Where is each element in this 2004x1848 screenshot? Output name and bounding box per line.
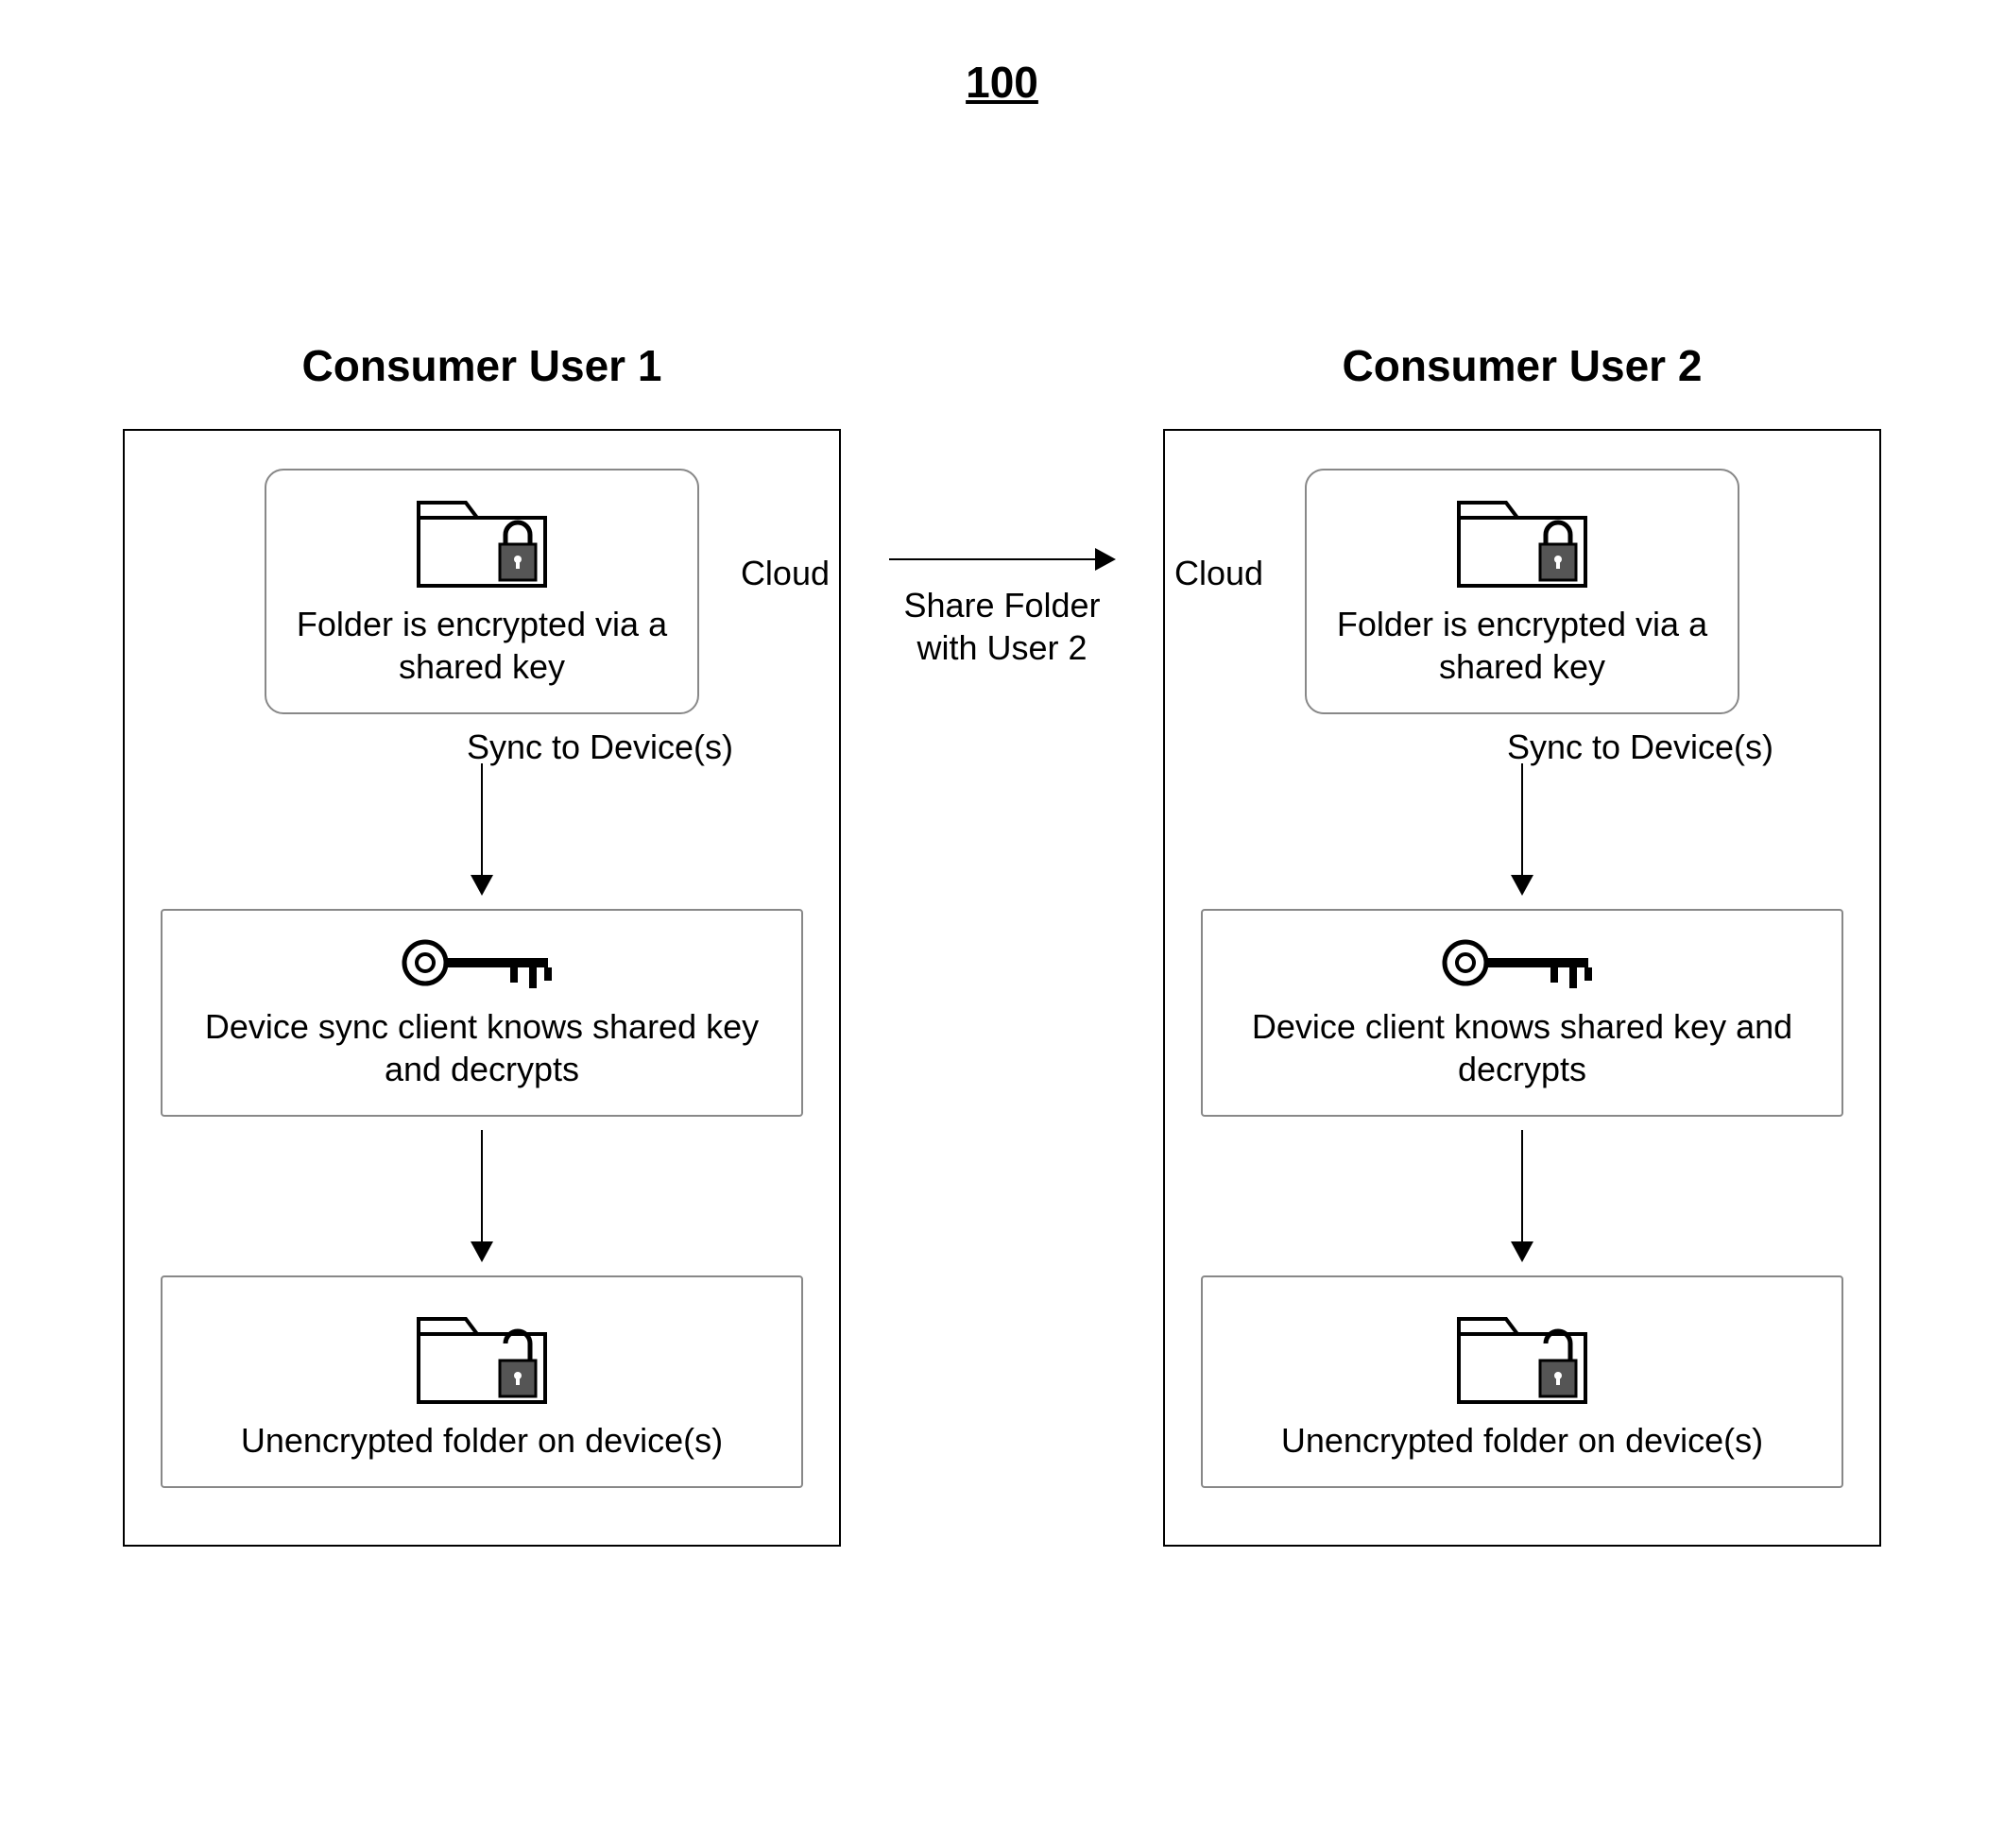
user1-cloud-row: Folder is encrypted via a shared key Clo… — [153, 469, 811, 714]
key-icon — [1437, 930, 1607, 996]
user1-box: Folder is encrypted via a shared key Clo… — [123, 429, 841, 1547]
user2-sync-label: Sync to Device(s) — [1507, 727, 1773, 767]
share-column: Share Folder with User 2 — [869, 340, 1135, 669]
user1-device-card-label: Device sync client knows shared key and … — [191, 1005, 773, 1090]
user2-result-card: Unencrypted folder on device(s) — [1201, 1275, 1843, 1488]
user1-sync-arrow: Sync to Device(s) — [231, 727, 733, 896]
user1-result-card: Unencrypted folder on device(s) — [161, 1275, 803, 1488]
locked-folder-icon — [411, 489, 553, 593]
user2-column: Consumer User 2 Cloud — [1135, 340, 1910, 1547]
right-arrow-icon — [889, 548, 1116, 571]
user2-sync-arrow: Sync to Device(s) — [1271, 727, 1773, 896]
unlocked-folder-icon — [1451, 1296, 1593, 1410]
user1-cloud-card: Folder is encrypted via a shared key — [265, 469, 699, 714]
user1-column: Consumer User 1 — [94, 340, 869, 1547]
user2-cloud-card: Folder is encrypted via a shared key — [1305, 469, 1739, 714]
share-label: Share Folder with User 2 — [869, 584, 1135, 669]
user2-result-card-label: Unencrypted folder on device(s) — [1281, 1419, 1763, 1462]
diagram-page: 100 Consumer User 1 — [0, 0, 2004, 1848]
user1-result-card-label: Unencrypted folder on device(s) — [241, 1419, 723, 1462]
key-icon — [397, 930, 567, 996]
diagram-layout: Consumer User 1 — [94, 340, 1910, 1547]
user2-title: Consumer User 2 — [1343, 340, 1703, 391]
user1-sync-label: Sync to Device(s) — [467, 727, 733, 767]
user1-title: Consumer User 1 — [302, 340, 662, 391]
locked-folder-icon — [1451, 489, 1593, 593]
figure-number: 100 — [966, 57, 1038, 108]
user2-box: Cloud Folder is enc — [1163, 429, 1881, 1547]
user2-cloud-card-label: Folder is encrypted via a shared key — [1335, 603, 1709, 688]
user1-cloud-card-label: Folder is encrypted via a shared key — [295, 603, 669, 688]
user1-device-card: Device sync client knows shared key and … — [161, 909, 803, 1117]
user2-device-card-label: Device client knows shared key and decry… — [1231, 1005, 1813, 1090]
user2-cloud-row: Cloud Folder is enc — [1193, 469, 1851, 714]
user1-cloud-label: Cloud — [741, 554, 830, 593]
user2-cloud-label: Cloud — [1174, 554, 1263, 593]
unlocked-folder-icon — [411, 1296, 553, 1410]
user2-device-card: Device client knows shared key and decry… — [1201, 909, 1843, 1117]
